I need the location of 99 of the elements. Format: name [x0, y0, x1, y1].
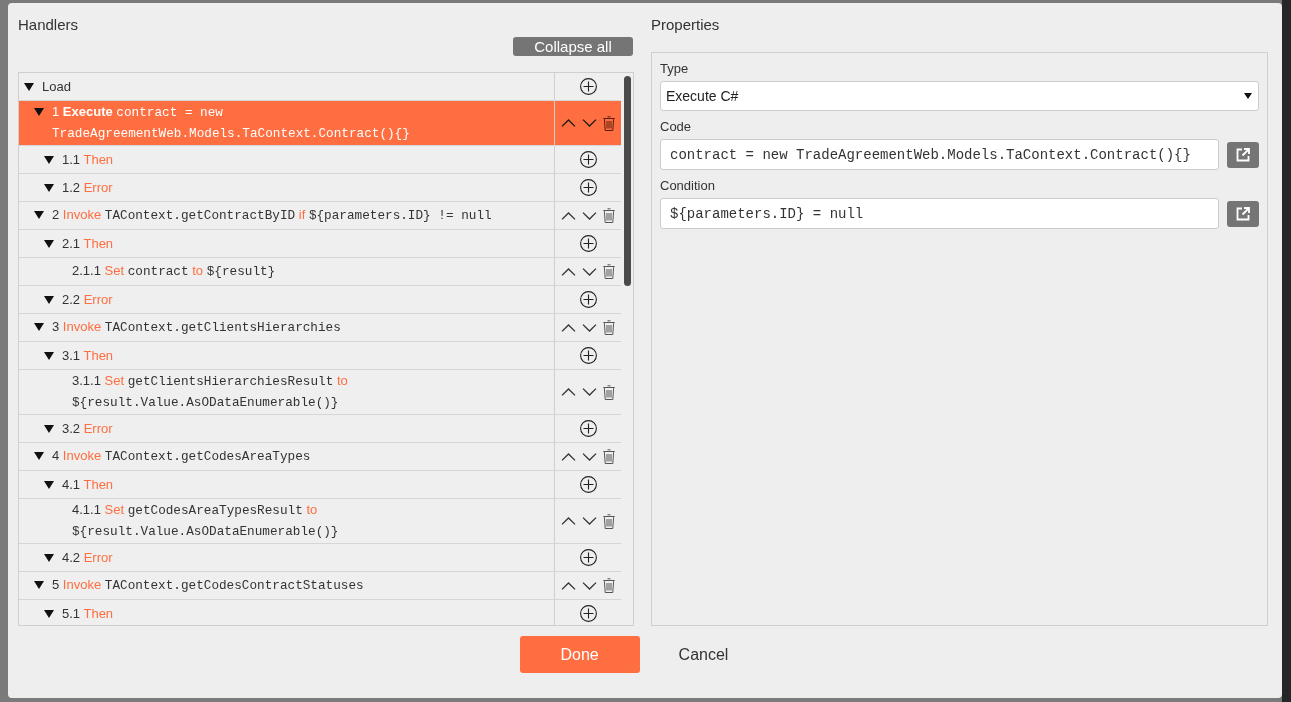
- handler-label: 2.2 Error: [62, 290, 113, 309]
- caret-down-icon[interactable]: [44, 553, 54, 562]
- code-input[interactable]: contract = new TradeAgreementWeb.Models.TaContext.Contract(){}: [660, 139, 1219, 170]
- trash-icon[interactable]: [603, 115, 615, 131]
- caret-down-icon[interactable]: [34, 323, 44, 331]
- handler-label: 4.2 Error: [62, 548, 113, 567]
- handler-label: 4 Invoke TAContext.getCodesAreaTypes: [52, 447, 311, 466]
- handler-label: 3 Invoke TAContext.getClientsHierarchies: [52, 318, 341, 337]
- caret-down-icon[interactable]: [34, 452, 44, 460]
- caret-down-icon[interactable]: [34, 581, 44, 589]
- cancel-button[interactable]: Cancel: [678, 636, 729, 673]
- plus-circle-icon[interactable]: [579, 151, 597, 168]
- chevron-down-icon[interactable]: [582, 452, 597, 461]
- plus-circle-icon[interactable]: [579, 347, 597, 364]
- handler-label: Load: [42, 77, 71, 96]
- chevron-down-icon[interactable]: [582, 323, 597, 332]
- trash-icon[interactable]: [603, 513, 615, 529]
- tree-row[interactable]: 4.1 Then: [19, 471, 621, 499]
- chevron-up-icon[interactable]: [561, 211, 576, 220]
- external-link-icon: [1236, 206, 1250, 221]
- chevron-up-icon[interactable]: [561, 517, 576, 525]
- tree-row[interactable]: 4.1.1 Set getCodesAreaTypesResult to ${result.Value.AsODataEnumerable()}: [19, 499, 621, 544]
- chevron-down-icon[interactable]: [582, 581, 597, 590]
- tree-row[interactable]: 3.1 Then: [19, 342, 621, 370]
- chevron-down-icon[interactable]: [582, 211, 597, 220]
- handler-label: 3.1.1 Set getClientsHierarchiesResult to ${result.Value.AsODataEnumerable()}: [72, 372, 349, 412]
- chevron-up-icon[interactable]: [561, 323, 576, 332]
- field-label: Condition: [660, 178, 715, 194]
- handler-label: 4.1 Then: [62, 475, 114, 494]
- panel-title: Properties: [651, 16, 721, 34]
- chevron-up-icon[interactable]: [561, 267, 576, 276]
- trash-icon[interactable]: [603, 264, 615, 279]
- trash-icon[interactable]: [603, 449, 615, 464]
- caret-down-icon[interactable]: [34, 211, 44, 219]
- caret-down-icon[interactable]: [44, 351, 54, 360]
- tree-row[interactable]: 1.2 Error: [19, 174, 621, 202]
- field-label: Type: [660, 61, 689, 77]
- chevron-up-icon[interactable]: [561, 581, 576, 590]
- handler-label: 2 Invoke TAContext.getContractByID if ${parameters.ID} != null: [52, 206, 492, 225]
- tree-row[interactable]: 5.1 Then: [19, 600, 621, 625]
- tree-row[interactable]: 2.1.1 Set contract to ${result}: [19, 258, 621, 286]
- chevron-down-icon[interactable]: [582, 267, 597, 276]
- caret-down-icon[interactable]: [44, 424, 54, 433]
- code-input[interactable]: ${parameters.ID} = null: [660, 198, 1219, 229]
- plus-circle-icon[interactable]: [579, 420, 597, 437]
- handler-label: 1 Execute contract = new TradeAgreementWeb.Models.TaContext.Contract(){}: [52, 103, 411, 143]
- handler-label: 2.1 Then: [62, 234, 114, 253]
- handler-label: 5 Invoke TAContext.getCodesContractStatuses: [52, 576, 364, 595]
- plus-circle-icon[interactable]: [579, 549, 597, 566]
- panel-title: Handlers: [18, 16, 80, 34]
- handler-label: 3.2 Error: [62, 419, 113, 438]
- external-link-icon: [1236, 147, 1250, 162]
- tree-row[interactable]: 3.2 Error: [19, 415, 621, 443]
- trash-icon[interactable]: [603, 578, 615, 593]
- tree-row[interactable]: 4.2 Error: [19, 544, 621, 572]
- handler-label: 2.1.1 Set contract to ${result}: [72, 262, 276, 281]
- handler-label: 1.2 Error: [62, 178, 113, 197]
- tree-row[interactable]: 3 Invoke TAContext.getClientsHierarchies: [19, 314, 621, 342]
- type-select[interactable]: Execute C#: [660, 81, 1259, 111]
- caret-down-icon[interactable]: [44, 239, 54, 248]
- tree-row[interactable]: 2.2 Error: [19, 286, 621, 314]
- chevron-down-icon[interactable]: [582, 517, 597, 525]
- chevron-up-icon[interactable]: [561, 119, 576, 127]
- tree-row[interactable]: 2.1 Then: [19, 230, 621, 258]
- tree-row[interactable]: 4 Invoke TAContext.getCodesAreaTypes: [19, 443, 621, 471]
- chevron-down-icon[interactable]: [582, 388, 597, 396]
- tree-row[interactable]: 1.1 Then: [19, 146, 621, 174]
- trash-icon[interactable]: [603, 208, 615, 223]
- scrollbar-thumb[interactable]: [624, 76, 631, 286]
- handler-label: 1.1 Then: [62, 150, 114, 169]
- plus-circle-icon[interactable]: [579, 291, 597, 308]
- chevron-up-icon[interactable]: [561, 388, 576, 396]
- caret-down-icon[interactable]: [44, 609, 54, 618]
- handler-label: 5.1 Then: [62, 604, 114, 623]
- caret-down-icon[interactable]: [44, 183, 54, 192]
- plus-circle-icon[interactable]: [579, 605, 597, 622]
- collapse-all-button[interactable]: Collapse all: [513, 37, 633, 56]
- chevron-up-icon[interactable]: [561, 452, 576, 461]
- tree-row[interactable]: 2 Invoke TAContext.getContractByID if ${parameters.ID} != null: [19, 202, 621, 230]
- caret-down-icon[interactable]: [44, 480, 54, 489]
- trash-icon[interactable]: [603, 384, 615, 400]
- tree-row[interactable]: 3.1.1 Set getClientsHierarchiesResult to ${result.Value.AsODataEnumerable()}: [19, 370, 621, 415]
- plus-circle-icon[interactable]: [579, 78, 597, 95]
- field-label: Code: [660, 119, 692, 135]
- trash-icon[interactable]: [603, 320, 615, 335]
- caret-down-icon: [1244, 93, 1252, 99]
- handler-label: 3.1 Then: [62, 346, 114, 365]
- caret-down-icon[interactable]: [24, 82, 34, 91]
- caret-down-icon[interactable]: [44, 155, 54, 164]
- chevron-down-icon[interactable]: [582, 119, 597, 127]
- plus-circle-icon[interactable]: [579, 235, 597, 252]
- caret-down-icon[interactable]: [34, 108, 44, 116]
- handler-label: 4.1.1 Set getCodesAreaTypesResult to ${result.Value.AsODataEnumerable()}: [72, 501, 340, 541]
- plus-circle-icon[interactable]: [579, 179, 597, 196]
- plus-circle-icon[interactable]: [579, 476, 597, 493]
- caret-down-icon[interactable]: [44, 295, 54, 304]
- external-link-button[interactable]: [1227, 141, 1259, 168]
- tree-row[interactable]: 5 Invoke TAContext.getCodesContractStatuses: [19, 572, 621, 600]
- external-link-button[interactable]: [1227, 200, 1259, 227]
